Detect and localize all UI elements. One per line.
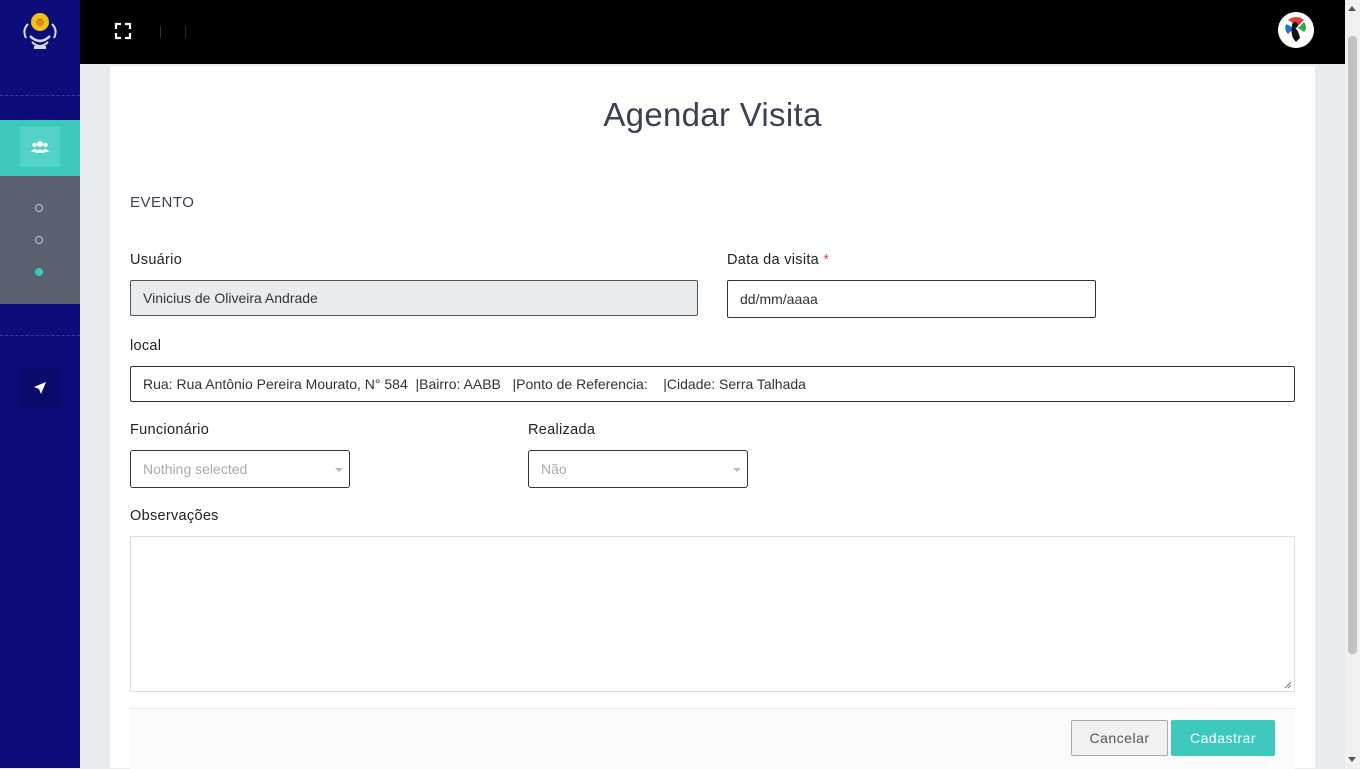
data-visita-label: Data da visita * bbox=[727, 252, 830, 268]
page-title: Agendar Visita bbox=[603, 96, 822, 133]
avatar[interactable] bbox=[1278, 12, 1314, 48]
usuario-value: Vinicius de Oliveira Andrade bbox=[143, 290, 318, 306]
realizada-select[interactable]: Não bbox=[528, 450, 748, 488]
sidebar bbox=[0, 0, 80, 768]
observacoes-label: Observações bbox=[130, 508, 219, 524]
required-mark: * bbox=[823, 252, 830, 268]
observacoes-textarea[interactable] bbox=[130, 536, 1295, 692]
local-field[interactable]: Rua: Rua Antônio Pereira Mourato, N° 584… bbox=[130, 366, 1295, 402]
local-label: local bbox=[130, 338, 162, 354]
scrollbar-thumb[interactable] bbox=[1348, 36, 1357, 654]
topbar bbox=[80, 0, 1345, 64]
sidebar-divider bbox=[0, 335, 80, 336]
funcionario-select[interactable]: Nothing selected bbox=[130, 450, 350, 488]
sidebar-item-location[interactable] bbox=[20, 368, 60, 408]
funcionario-value: Nothing selected bbox=[143, 461, 248, 477]
scroll-up-arrow-icon[interactable] bbox=[1348, 6, 1356, 11]
sidebar-divider bbox=[0, 95, 80, 96]
section-title: EVENTO bbox=[130, 194, 195, 211]
form-footer: Cancelar Cadastrar bbox=[130, 708, 1295, 769]
location-arrow-icon bbox=[34, 382, 46, 394]
submenu-item-2[interactable] bbox=[35, 236, 43, 244]
form-card: Agendar Visita EVENTO Usuário Vinicius d… bbox=[110, 66, 1315, 769]
data-visita-value: dd/mm/aaaa bbox=[740, 291, 818, 307]
sidebar-submenu bbox=[0, 176, 80, 304]
usuario-label: Usuário bbox=[130, 252, 183, 268]
topbar-divider bbox=[185, 26, 186, 38]
submenu-item-3[interactable] bbox=[35, 268, 43, 276]
realizada-value: Não bbox=[541, 461, 567, 477]
funcionario-label: Funcionário bbox=[130, 422, 210, 438]
scrollbar[interactable] bbox=[1345, 0, 1360, 768]
logo[interactable] bbox=[20, 8, 60, 54]
resize-handle-icon[interactable] bbox=[1284, 681, 1292, 689]
cancel-button[interactable]: Cancelar bbox=[1071, 720, 1168, 756]
data-visita-field[interactable]: dd/mm/aaaa bbox=[727, 280, 1096, 318]
chevron-down-icon bbox=[335, 468, 343, 472]
save-button[interactable]: Cadastrar bbox=[1171, 720, 1275, 756]
usuario-field: Vinicius de Oliveira Andrade bbox=[130, 280, 698, 316]
topbar-divider bbox=[160, 26, 161, 38]
chevron-down-icon bbox=[733, 468, 741, 472]
fullscreen-icon[interactable] bbox=[114, 22, 132, 40]
users-icon bbox=[20, 127, 60, 167]
local-value: Rua: Rua Antônio Pereira Mourato, N° 584… bbox=[143, 376, 806, 392]
submenu-item-1[interactable] bbox=[35, 204, 43, 212]
scroll-down-arrow-icon[interactable] bbox=[1348, 757, 1356, 762]
realizada-label: Realizada bbox=[528, 422, 596, 438]
sidebar-item-users[interactable] bbox=[0, 120, 80, 176]
